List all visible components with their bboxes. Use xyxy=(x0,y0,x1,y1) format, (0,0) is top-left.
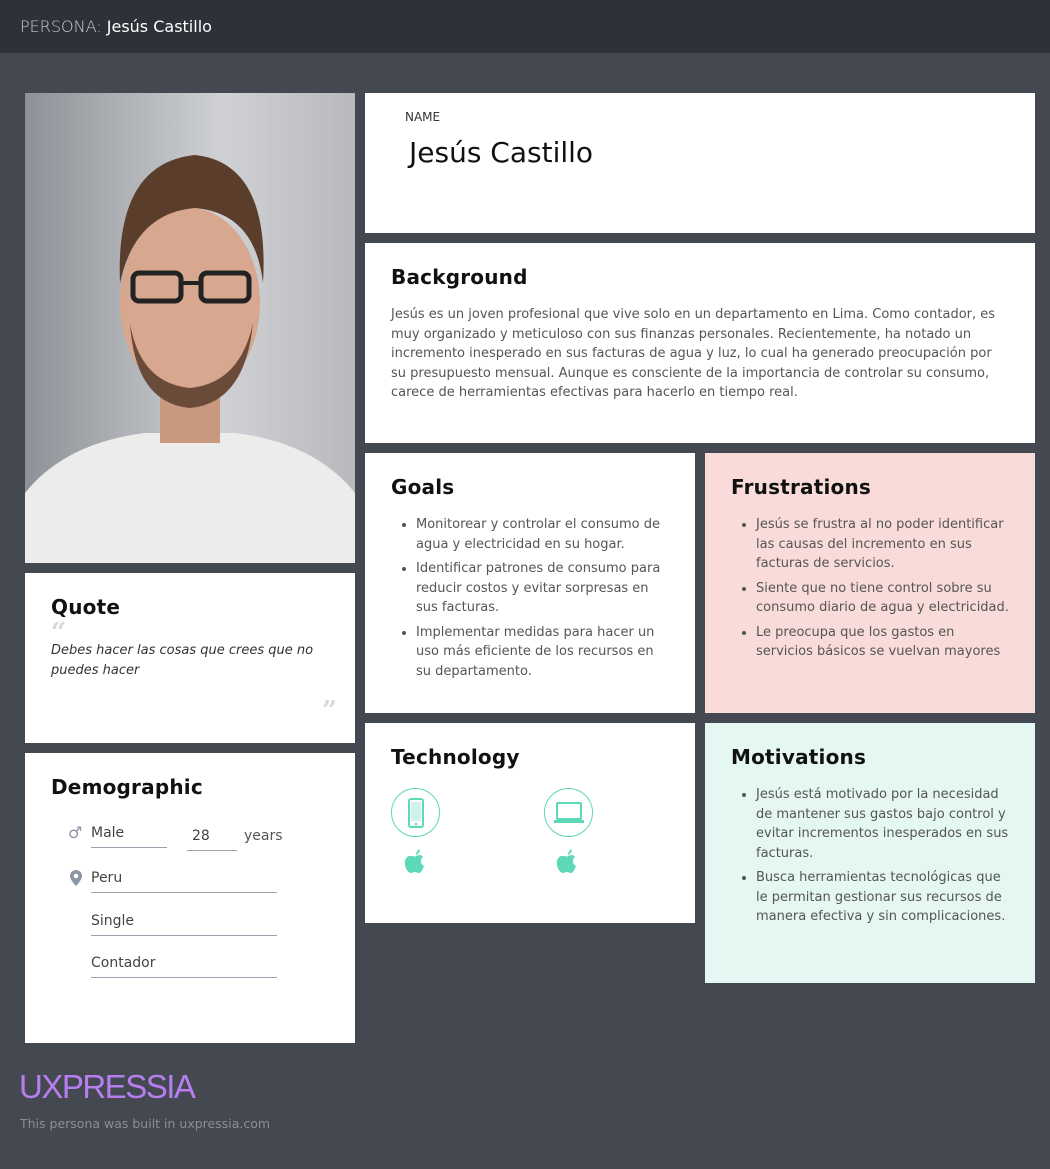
frustrations-title: Frustrations xyxy=(731,475,872,499)
goal-item: Monitorear y controlar el consumo de agu… xyxy=(416,515,669,554)
smartphone-icon xyxy=(391,788,440,837)
age-field[interactable]: 28 xyxy=(187,828,237,851)
motivation-item: Jesús está motivado por la necesidad de … xyxy=(756,785,1009,863)
age-unit: years xyxy=(244,828,283,844)
background-title: Background xyxy=(391,265,528,289)
footer-note: This persona was built in uxpressia.com xyxy=(20,1116,271,1131)
close-quote-icon: ” xyxy=(322,696,337,726)
technology-card: Technology xyxy=(365,723,695,923)
demographic-title: Demographic xyxy=(51,775,203,799)
persona-name: Jesús Castillo xyxy=(409,136,594,169)
occupation-field[interactable]: Contador xyxy=(91,955,277,978)
header-persona-name: Jesús Castillo xyxy=(106,17,212,36)
quote-title: Quote xyxy=(51,595,121,619)
background-text: Jesús es un joven profesional que vive s… xyxy=(391,307,996,400)
frustration-item: Siente que no tiene control sobre su con… xyxy=(756,579,1009,618)
motivations-title: Motivations xyxy=(731,745,867,769)
frustrations-card: Frustrations Jesús se frustra al no pode… xyxy=(705,453,1035,713)
uxpressia-logo[interactable]: UXPRESSIA xyxy=(19,1068,196,1106)
header-bar: PERSONA: Jesús Castillo xyxy=(0,0,1050,53)
location-field[interactable]: Peru xyxy=(91,870,277,893)
technology-title: Technology xyxy=(391,745,520,769)
goal-item: Implementar medidas para hacer un uso má… xyxy=(416,623,669,682)
location-pin-icon xyxy=(69,869,83,891)
apple-icon xyxy=(556,849,576,873)
name-label: NAME xyxy=(405,110,441,124)
apple-icon xyxy=(404,849,424,873)
laptop-icon xyxy=(544,788,593,837)
marital-status-field[interactable]: Single xyxy=(91,913,277,936)
name-card: NAME Jesús Castillo xyxy=(365,93,1035,233)
persona-photo xyxy=(25,93,355,563)
male-icon: ♂ xyxy=(68,823,83,842)
frustration-item: Jesús se frustra al no poder identificar… xyxy=(756,515,1009,574)
goals-card: Goals Monitorear y controlar el consumo … xyxy=(365,453,695,713)
frustration-item: Le preocupa que los gastos en servicios … xyxy=(756,623,1009,662)
gender-field[interactable]: Male xyxy=(91,825,167,848)
background-card: Background Jesús es un joven profesional… xyxy=(365,243,1035,443)
open-quote-icon: “ xyxy=(51,618,66,648)
header-prefix: PERSONA: xyxy=(20,17,102,36)
quote-card: Quote “ Debes hacer las cosas que crees … xyxy=(25,573,355,743)
demographic-card: Demographic ♂ Male 28 years Peru Single … xyxy=(25,753,355,1043)
goals-title: Goals xyxy=(391,475,455,499)
motivations-card: Motivations Jesús está motivado por la n… xyxy=(705,723,1035,983)
motivation-item: Busca herramientas tecnológicas que le p… xyxy=(756,868,1009,927)
quote-text: Debes hacer las cosas que crees que no p… xyxy=(51,643,314,678)
goal-item: Identificar patrones de consumo para red… xyxy=(416,559,669,618)
